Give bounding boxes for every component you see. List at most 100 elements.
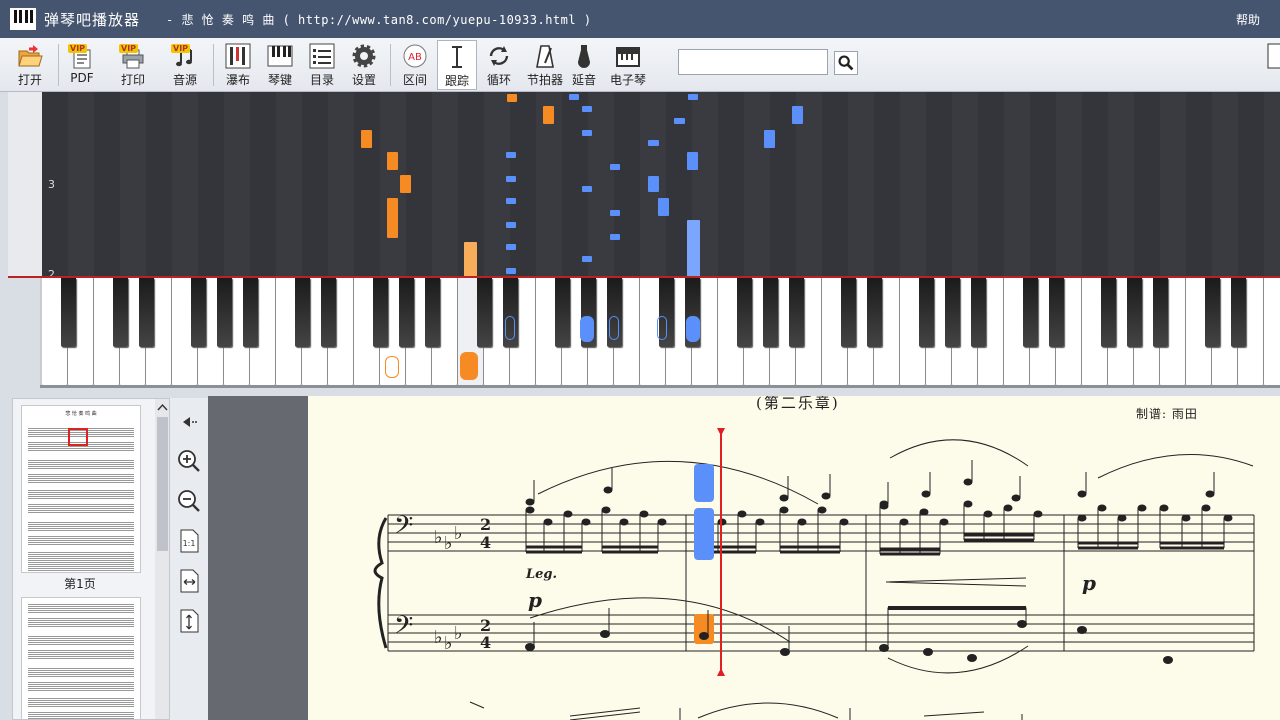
thumbnail-staff-line xyxy=(28,612,134,613)
waterfall-lane xyxy=(146,92,172,278)
sustain-button[interactable]: 延音 xyxy=(566,40,602,90)
search-button[interactable] xyxy=(834,51,858,75)
svg-text:𝄢: 𝄢 xyxy=(394,611,413,646)
black-key[interactable] xyxy=(919,278,934,347)
overflow-tool-button[interactable] xyxy=(1262,42,1280,88)
waterfall-toggle[interactable]: 瀑布 xyxy=(218,40,258,90)
black-key[interactable] xyxy=(555,278,570,347)
zoom-in-button[interactable] xyxy=(175,447,203,475)
highlight-note-right-hand xyxy=(694,508,714,560)
black-key[interactable] xyxy=(217,278,232,347)
black-key[interactable] xyxy=(789,278,804,347)
black-key[interactable] xyxy=(373,278,388,347)
waterfall-lane xyxy=(432,92,458,278)
open-button[interactable]: 打开 xyxy=(10,40,50,90)
waterfall-lane xyxy=(1212,92,1238,278)
notehead xyxy=(755,518,765,526)
notehead xyxy=(1033,510,1043,518)
time-signature-bottom: 4 xyxy=(480,633,491,652)
black-key[interactable] xyxy=(61,278,76,347)
upper-notes xyxy=(525,460,1233,556)
thumbnail-staff-line xyxy=(28,554,134,555)
falling-note-right-hand xyxy=(506,244,516,250)
fit-height-icon xyxy=(180,609,199,633)
black-key[interactable] xyxy=(971,278,986,347)
black-key[interactable] xyxy=(1153,278,1168,347)
notehead xyxy=(797,518,807,526)
falling-note-right-hand xyxy=(506,198,516,204)
black-key[interactable] xyxy=(321,278,336,347)
svg-text:♭: ♭ xyxy=(454,523,463,544)
thumbnail-staff-line xyxy=(28,672,134,673)
notehead xyxy=(817,506,827,514)
metronome-button[interactable]: 节拍器 xyxy=(522,40,568,90)
highlight-note-right-hand xyxy=(694,464,714,502)
black-key[interactable] xyxy=(425,278,440,347)
sheet-music-view[interactable]: (第二乐章) 制谱: 雨田 𝄢 ♭ ♭ ♭ 𝄢 ♭ ♭ ♭ 2 4 2 4 Le… xyxy=(308,396,1280,720)
sound-source-button[interactable]: VIP 音源 xyxy=(165,40,205,90)
notehead xyxy=(1097,504,1107,512)
actual-size-button[interactable]: 1:1 xyxy=(175,527,203,555)
note-beam xyxy=(1160,541,1224,550)
piano-keyboard[interactable] xyxy=(40,278,1280,388)
waterfall-lane xyxy=(1186,92,1212,278)
black-key[interactable] xyxy=(1101,278,1116,347)
range-button[interactable]: AB 区间 xyxy=(395,40,435,90)
page-thumbnail-2[interactable] xyxy=(21,597,141,719)
black-key[interactable] xyxy=(1205,278,1220,347)
black-key[interactable] xyxy=(191,278,206,347)
print-label: 打印 xyxy=(120,73,145,87)
waterfall-lane xyxy=(120,92,146,278)
fit-height-button[interactable] xyxy=(175,607,203,635)
black-key[interactable] xyxy=(867,278,882,347)
black-key[interactable] xyxy=(841,278,856,347)
svg-text:AB: AB xyxy=(408,52,422,63)
scroll-up-icon[interactable] xyxy=(155,400,170,414)
falling-note-right-hand xyxy=(582,186,592,192)
black-key[interactable] xyxy=(139,278,154,347)
page-thumbnail-1[interactable]: 悲 怆 奏 鸣 曲 xyxy=(21,405,141,573)
thumbnail-staff-line xyxy=(28,466,134,467)
black-key[interactable] xyxy=(1049,278,1064,347)
falling-note-left-hand xyxy=(387,198,398,238)
zoom-out-button[interactable] xyxy=(175,487,203,515)
help-menu[interactable]: 帮助 xyxy=(1236,11,1260,28)
notehead xyxy=(879,500,889,508)
thumbnail-scrollbar[interactable] xyxy=(155,399,170,719)
waterfall-lane xyxy=(1004,92,1030,278)
thumbnail-staff-line xyxy=(28,496,134,497)
contents-button[interactable]: 目录 xyxy=(302,40,342,90)
thumbnail-staff-line xyxy=(28,462,134,463)
fit-width-button[interactable] xyxy=(175,567,203,595)
collapse-panel-button[interactable] xyxy=(175,408,203,436)
player-window: 弹琴吧播放器 - 悲 怆 奏 鸣 曲 ( http://www.tan8.com… xyxy=(0,0,1280,720)
black-key[interactable] xyxy=(1231,278,1246,347)
waterfall-lane xyxy=(822,92,848,278)
thumbnail-staff-line xyxy=(28,716,134,717)
black-key[interactable] xyxy=(477,278,492,347)
black-key[interactable] xyxy=(113,278,128,347)
black-key[interactable] xyxy=(1023,278,1038,347)
keyboard-toggle[interactable]: 琴键 xyxy=(260,40,300,90)
white-key[interactable] xyxy=(1264,278,1280,385)
black-key[interactable] xyxy=(737,278,752,347)
loop-button[interactable]: 循环 xyxy=(479,40,519,90)
black-key[interactable] xyxy=(243,278,258,347)
brace xyxy=(373,517,388,649)
search-input[interactable] xyxy=(678,49,828,75)
settings-button[interactable]: 设置 xyxy=(344,40,384,90)
e-piano-button[interactable]: 电子琴 xyxy=(606,40,650,90)
falling-note-left-hand xyxy=(543,106,554,124)
print-button[interactable]: VIP 打印 xyxy=(113,40,153,90)
black-key[interactable] xyxy=(763,278,778,347)
scrollbar-thumb[interactable] xyxy=(157,417,168,551)
notehead xyxy=(779,494,789,502)
black-key[interactable] xyxy=(945,278,960,347)
follow-button[interactable]: 跟踪 xyxy=(437,40,477,90)
black-key[interactable] xyxy=(1127,278,1142,347)
black-key[interactable] xyxy=(295,278,310,347)
thumbnail-staff-line xyxy=(28,506,134,507)
black-key[interactable] xyxy=(399,278,414,347)
pdf-button[interactable]: VIP PDF xyxy=(62,40,102,90)
thumbnail-staff-line xyxy=(28,504,134,505)
